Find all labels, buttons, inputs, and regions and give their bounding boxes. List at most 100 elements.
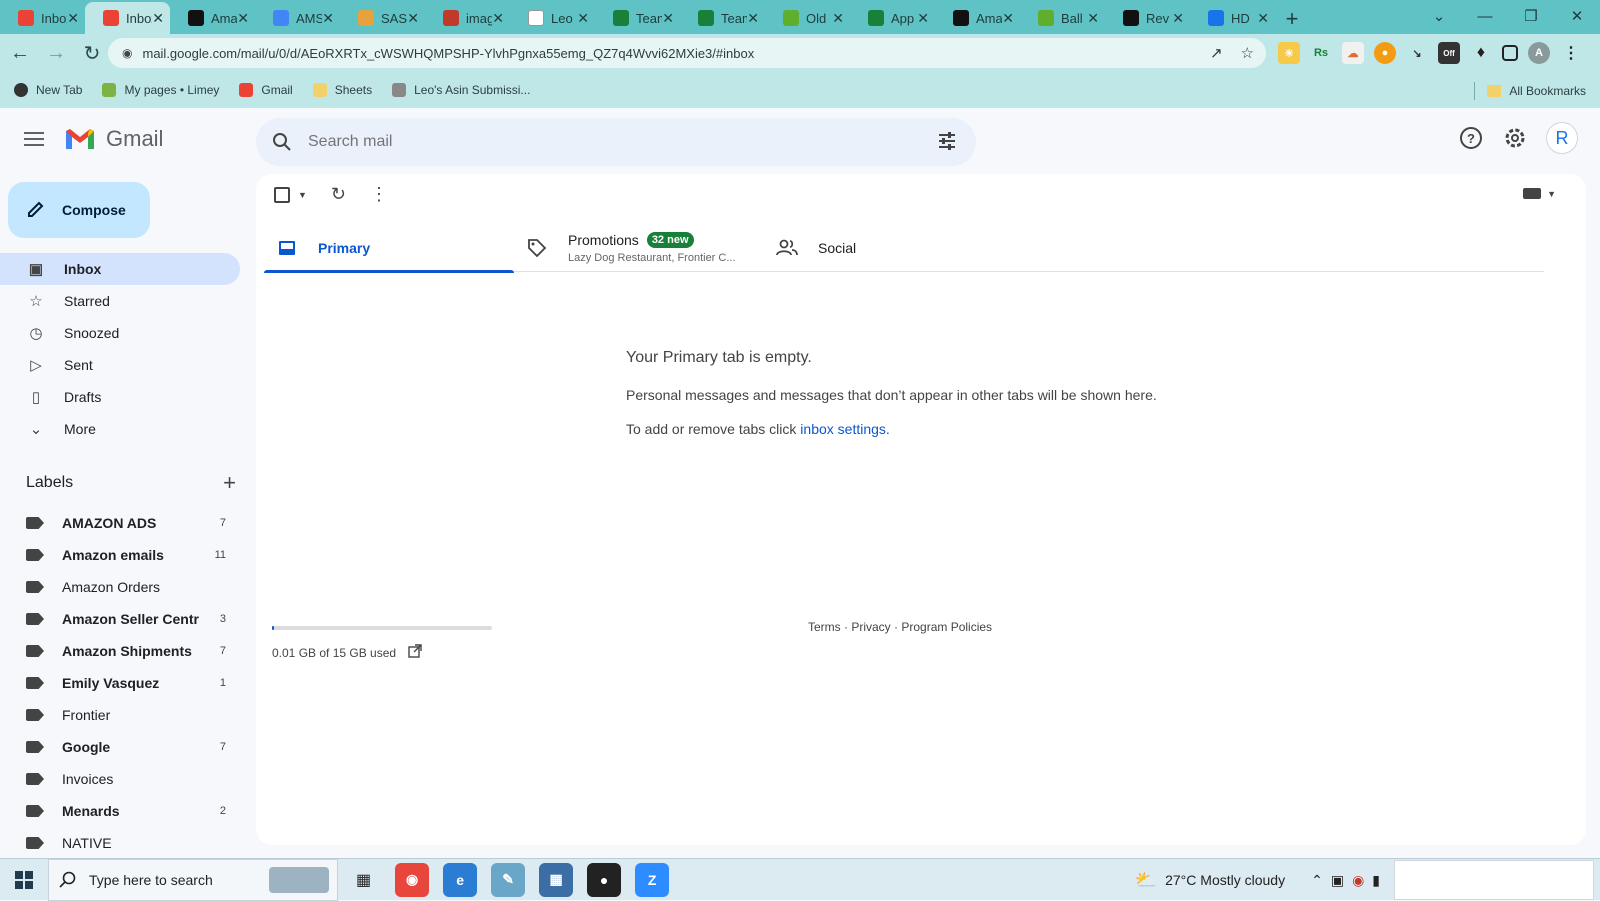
main-menu-icon[interactable] bbox=[22, 128, 46, 152]
zoom-icon[interactable]: Z bbox=[635, 862, 670, 897]
search-bar[interactable] bbox=[256, 118, 976, 166]
extension-arrow-icon[interactable]: ↘ bbox=[1406, 42, 1428, 64]
reload-button[interactable]: ↻ bbox=[76, 37, 108, 69]
weather-icon[interactable]: ⛅ bbox=[1135, 870, 1157, 891]
bookmark-item[interactable]: Leo's Asin Submissi... bbox=[392, 83, 530, 97]
browser-tab[interactable]: Ball ✕ bbox=[1020, 3, 1105, 33]
label-item[interactable]: Invoices bbox=[0, 763, 240, 795]
meet-now-icon[interactable]: ▣ bbox=[1331, 872, 1344, 889]
browser-tab[interactable]: Inbox✕ bbox=[0, 3, 85, 33]
terms-link[interactable]: Terms bbox=[808, 620, 841, 634]
microphone-icon[interactable]: ▮ bbox=[1372, 872, 1380, 889]
restore-button[interactable]: ❐ bbox=[1508, 7, 1554, 25]
edge-icon[interactable]: e bbox=[443, 862, 478, 897]
close-tab-icon[interactable]: ✕ bbox=[67, 10, 79, 27]
network-icon[interactable]: ◉ bbox=[1352, 872, 1364, 889]
sidebar-item-sent[interactable]: ▷ Sent bbox=[0, 349, 240, 381]
extension-cloud-icon[interactable]: ☁ bbox=[1342, 42, 1364, 64]
select-all-checkbox[interactable]: ▼ bbox=[274, 186, 307, 203]
url-text[interactable]: mail.google.com/mail/u/0/d/AEoRXRTx_cWSW… bbox=[142, 46, 754, 61]
bookmark-star-icon[interactable]: ☆ bbox=[1241, 44, 1254, 62]
close-tab-icon[interactable]: ✕ bbox=[322, 10, 334, 27]
bookmark-item[interactable]: Gmail bbox=[239, 83, 293, 97]
side-panel-icon[interactable] bbox=[1502, 45, 1518, 61]
extension-lightbulb-icon[interactable]: ☀ bbox=[1278, 42, 1300, 64]
label-item[interactable]: Frontier bbox=[0, 699, 240, 731]
compose-button[interactable]: Compose bbox=[8, 182, 150, 238]
close-tab-icon[interactable]: ✕ bbox=[237, 10, 249, 27]
sidebar-item-drafts[interactable]: ▯ Drafts bbox=[0, 381, 240, 413]
close-tab-icon[interactable]: ✕ bbox=[662, 10, 674, 27]
chrome-icon[interactable]: ◉ bbox=[395, 862, 430, 897]
forward-button[interactable]: → bbox=[40, 37, 72, 69]
select-dropdown-icon[interactable]: ▼ bbox=[298, 190, 307, 200]
close-tab-icon[interactable]: ✕ bbox=[832, 10, 844, 27]
close-tab-icon[interactable]: ✕ bbox=[747, 10, 759, 27]
bookmark-item[interactable]: Sheets bbox=[312, 83, 372, 97]
browser-tab[interactable]: Rev ✕ bbox=[1105, 3, 1190, 33]
close-tab-icon[interactable]: ✕ bbox=[1257, 10, 1269, 27]
label-item[interactable]: Amazon Seller Centr 3 bbox=[0, 603, 240, 635]
tab-search-icon[interactable]: ⌄ bbox=[1416, 7, 1462, 25]
browser-tab[interactable]: images✕ bbox=[425, 3, 510, 33]
browser-tab[interactable]: Amazon✕ bbox=[935, 3, 1020, 33]
windows-start-icon[interactable] bbox=[0, 859, 48, 901]
browser-tab[interactable]: Old ✕ bbox=[765, 3, 850, 33]
record-icon[interactable]: ● bbox=[587, 862, 622, 897]
sidebar-item-snoozed[interactable]: ◷ Snoozed bbox=[0, 317, 240, 349]
browser-tab[interactable]: HD ✕ bbox=[1190, 3, 1275, 33]
label-item[interactable]: Amazon emails 11 bbox=[0, 539, 240, 571]
taskbar-search-placeholder[interactable]: Type here to search bbox=[89, 872, 213, 888]
inbox-settings-link[interactable]: inbox settings bbox=[800, 421, 886, 437]
task-view-icon[interactable]: ▦ bbox=[356, 870, 371, 890]
browser-tab[interactable]: App ✕ bbox=[850, 3, 935, 33]
close-tab-icon[interactable]: ✕ bbox=[577, 10, 589, 27]
close-tab-icon[interactable]: ✕ bbox=[152, 10, 164, 27]
sidebar-item-more[interactable]: ⌄ More bbox=[0, 413, 240, 445]
tab-promotions[interactable]: Promotions 32 new Lazy Dog Restaurant, F… bbox=[514, 224, 764, 272]
open-storage-icon[interactable] bbox=[408, 644, 422, 661]
add-label-icon[interactable]: + bbox=[223, 470, 236, 496]
sidebar-item-starred[interactable]: ☆ Starred bbox=[0, 285, 240, 317]
extension-off-icon[interactable]: Off bbox=[1438, 42, 1460, 64]
label-item[interactable]: Menards 2 bbox=[0, 795, 240, 827]
browser-menu-icon[interactable]: ⋮ bbox=[1560, 42, 1582, 64]
label-item[interactable]: AMAZON ADS 7 bbox=[0, 507, 240, 539]
browser-tab[interactable]: Amazon✕ bbox=[170, 3, 255, 33]
close-tab-icon[interactable]: ✕ bbox=[1002, 10, 1014, 27]
close-window-button[interactable]: ✕ bbox=[1554, 7, 1600, 25]
new-tab-button[interactable]: + bbox=[1275, 4, 1309, 34]
back-button[interactable]: ← bbox=[4, 37, 36, 69]
search-options-icon[interactable] bbox=[936, 130, 958, 157]
help-icon[interactable]: ? bbox=[1458, 125, 1484, 151]
tab-primary[interactable]: Primary bbox=[264, 224, 514, 273]
gmail-logo[interactable]: Gmail bbox=[64, 126, 163, 152]
all-bookmarks-label[interactable]: All Bookmarks bbox=[1509, 84, 1586, 98]
browser-tab[interactable]: Team✕ bbox=[595, 3, 680, 33]
browser-tab[interactable]: Leo ✕ bbox=[510, 3, 595, 33]
search-input[interactable] bbox=[306, 132, 906, 152]
checkbox-icon[interactable] bbox=[274, 186, 290, 203]
weather-text[interactable]: 27°C Mostly cloudy bbox=[1165, 872, 1285, 888]
label-item[interactable]: Emily Vasquez 1 bbox=[0, 667, 240, 699]
taskbar-search[interactable]: Type here to search bbox=[48, 858, 338, 901]
show-hidden-icons-icon[interactable]: ⌃ bbox=[1311, 872, 1323, 889]
label-item[interactable]: Google 7 bbox=[0, 731, 240, 763]
program-policies-link[interactable]: Program Policies bbox=[901, 620, 992, 634]
notepad-icon[interactable]: ✎ bbox=[491, 862, 526, 897]
account-avatar[interactable]: R bbox=[1546, 122, 1578, 154]
label-item[interactable]: Amazon Orders bbox=[0, 571, 240, 603]
share-icon[interactable]: ↗ bbox=[1210, 44, 1223, 62]
search-icon[interactable] bbox=[270, 130, 294, 154]
extensions-puzzle-icon[interactable]: ♦ bbox=[1470, 42, 1492, 64]
browser-tab[interactable]: Inbox✕ bbox=[85, 2, 170, 34]
privacy-link[interactable]: Privacy bbox=[851, 620, 890, 634]
minimize-button[interactable]: — bbox=[1462, 8, 1508, 25]
more-options-icon[interactable]: ⋮ bbox=[370, 184, 388, 205]
bookmark-item[interactable]: New Tab bbox=[14, 83, 82, 97]
browser-tab[interactable]: AMS ✕ bbox=[255, 3, 340, 33]
input-tools[interactable]: ▼ bbox=[1523, 188, 1556, 199]
settings-gear-icon[interactable] bbox=[1502, 125, 1528, 151]
close-tab-icon[interactable]: ✕ bbox=[492, 10, 504, 27]
profile-avatar[interactable]: A bbox=[1528, 42, 1550, 64]
